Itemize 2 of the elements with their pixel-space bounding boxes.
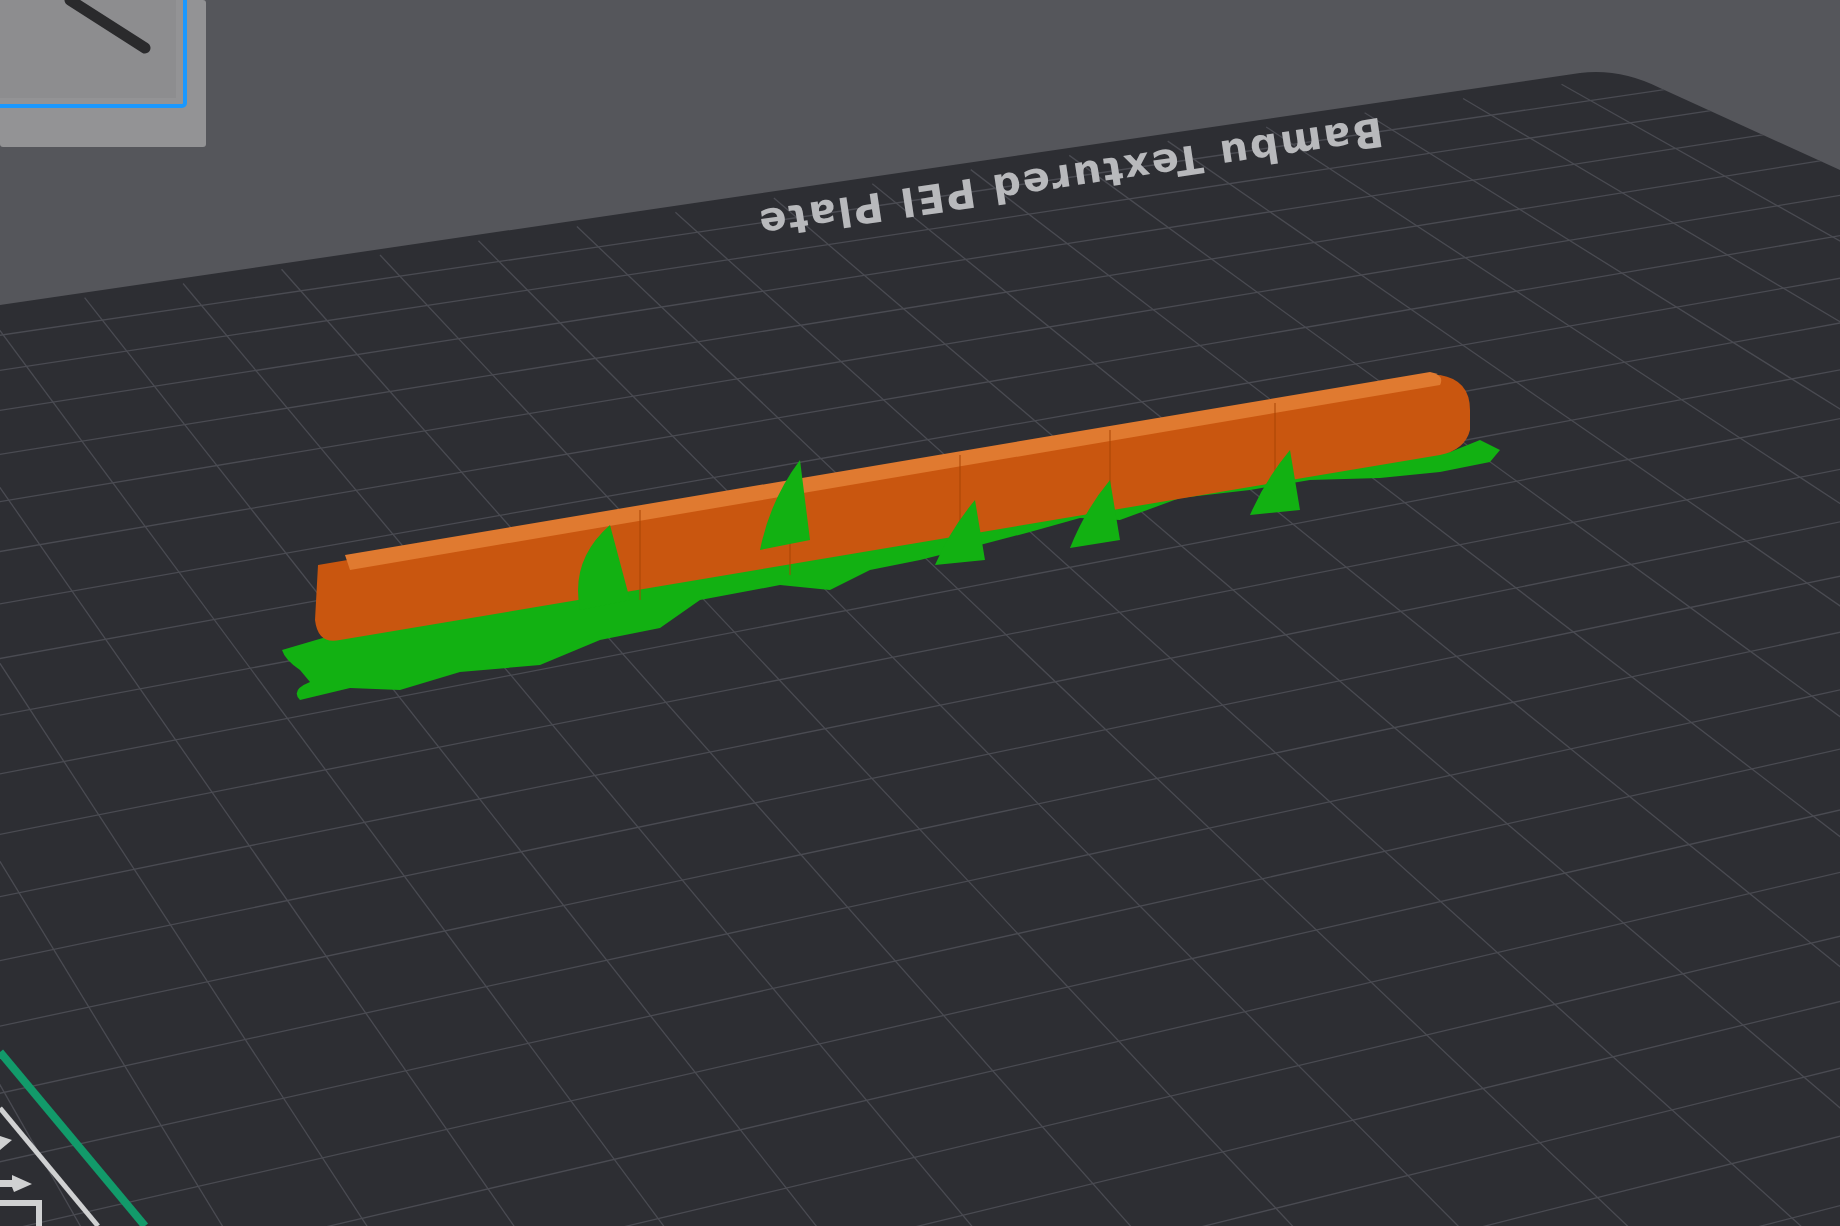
plate-label: Bambu Textured PEI Plate bbox=[754, 108, 1387, 248]
plate-thumbnail[interactable] bbox=[0, 0, 206, 147]
